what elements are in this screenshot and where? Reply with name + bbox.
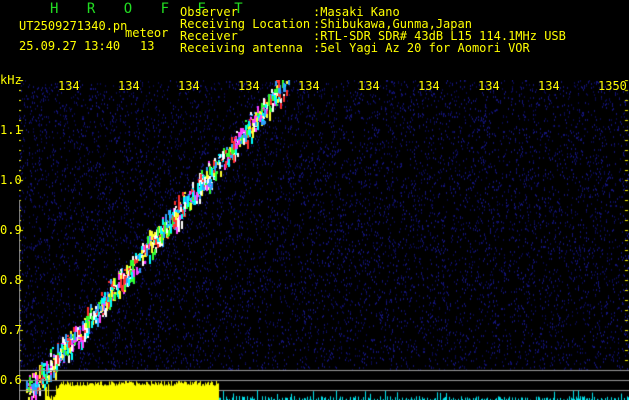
y-tick-label: 0.8: [0, 273, 22, 287]
x-tick-label: 1341: [58, 80, 79, 92]
x-tick-label: 1347: [418, 80, 439, 92]
mode-label: meteor: [125, 26, 169, 40]
datetime: 25.09.27 13:40: [19, 39, 121, 53]
x-tick-label: 1349: [538, 80, 559, 92]
meteor-count: 13: [140, 39, 155, 53]
x-tick-label: 1348: [478, 80, 499, 92]
spectrogram: [19, 80, 629, 400]
x-tick-label: 1342: [118, 80, 139, 92]
file-name: UT2509271340.pn: [19, 19, 128, 33]
x-tick-label: 1350: [598, 80, 627, 92]
antenna-value: :5el Yagi Az 20 for Aomori VOR: [313, 41, 530, 55]
y-tick-label: 0.7: [0, 323, 22, 337]
antenna-label: Receiving antenna: [180, 41, 303, 55]
y-unit-label: kHz: [0, 73, 22, 87]
x-tick-label: 1346: [358, 80, 379, 92]
y-tick-label: 0.9: [0, 223, 22, 237]
y-tick-label: 1.1: [0, 123, 22, 137]
x-tick-label: 1343: [178, 80, 199, 92]
y-tick-label: 1.0: [0, 173, 22, 187]
y-tick-label: 0.6: [0, 373, 22, 387]
x-tick-label: 1345: [298, 80, 319, 92]
x-tick-label: 1344: [238, 80, 259, 92]
